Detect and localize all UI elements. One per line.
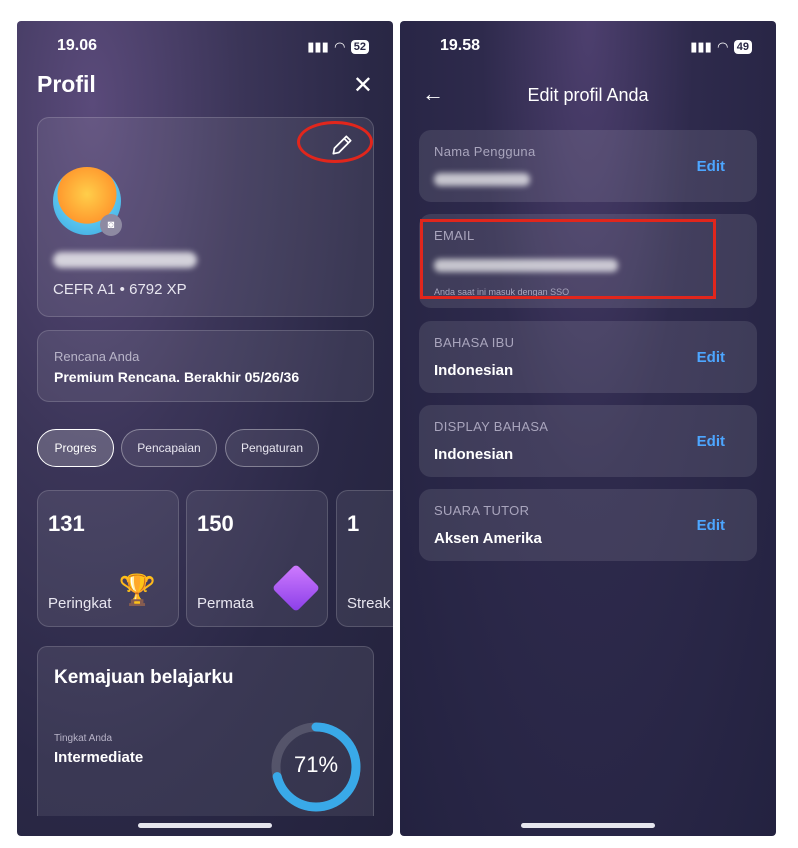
highlight-circle <box>297 121 373 163</box>
row-value: Indonesian <box>434 362 514 379</box>
stat-value: 1 <box>347 511 360 536</box>
row-native-language: BAHASA IBU Indonesian Edit <box>419 321 757 393</box>
stat-label: Streak <box>347 595 391 612</box>
plan-value: Premium Rencana. Berakhir 05/26/36 <box>54 369 300 385</box>
edit-profile-screen: 19.58 ▮▮▮ ◠ 49 ← Edit profil Anda Nama P… <box>400 21 776 836</box>
status-bar: 19.58 ▮▮▮ ◠ 49 <box>400 37 776 59</box>
progress-card: Kemajuan belajarku Tingkat Anda Intermed… <box>37 646 374 816</box>
battery-icon: 49 <box>733 40 752 54</box>
stat-label: Peringkat <box>48 595 112 612</box>
level-xp: CEFR A1 • 6792 XP <box>53 281 187 298</box>
page-title: Profil <box>37 71 96 97</box>
camera-icon[interactable]: ◙ <box>100 214 122 236</box>
row-key: SUARA TUTOR <box>434 503 530 518</box>
page-title: Edit profil Anda <box>527 85 649 105</box>
battery-icon: 52 <box>350 40 369 54</box>
row-tutor-voice: SUARA TUTOR Aksen Amerika Edit <box>419 489 757 561</box>
level-value: Intermediate <box>54 749 144 766</box>
stat-gems[interactable]: 150 Permata <box>186 490 328 627</box>
tab-pengaturan[interactable]: Pengaturan <box>225 429 319 467</box>
home-indicator[interactable] <box>521 823 655 828</box>
signal-icon: ▮▮▮ <box>690 39 712 54</box>
gem-icon <box>271 563 321 613</box>
status-time: 19.58 <box>440 37 481 54</box>
edit-display-language-button[interactable]: Edit <box>697 433 725 450</box>
plan-label: Rencana Anda <box>54 349 140 364</box>
wifi-icon: ◠ <box>334 39 345 54</box>
profile-screen: 19.06 ▮▮▮ ◠ 52 Profil ✕ ◙ CEFR A1 • 6792… <box>17 21 393 836</box>
highlight-box <box>420 219 716 299</box>
level-label: Tingkat Anda <box>54 733 113 744</box>
tab-pencapaian[interactable]: Pencapaian <box>121 429 217 467</box>
row-key: Nama Pengguna <box>434 144 536 159</box>
edit-tutor-voice-button[interactable]: Edit <box>697 517 725 534</box>
edit-username-button[interactable]: Edit <box>697 158 725 175</box>
status-bar: 19.06 ▮▮▮ ◠ 52 <box>17 37 393 59</box>
progress-percent: 71% <box>293 752 339 777</box>
stat-label: Permata <box>197 595 254 612</box>
home-indicator[interactable] <box>138 823 272 828</box>
tab-progres[interactable]: Progres <box>37 429 114 467</box>
stat-rank[interactable]: 131 Peringkat 🏆 <box>37 490 179 627</box>
close-icon[interactable]: ✕ <box>353 71 373 100</box>
blurred-username <box>53 252 197 268</box>
row-value: Aksen Amerika <box>434 530 542 547</box>
row-key: BAHASA IBU <box>434 335 515 350</box>
row-username: Nama Pengguna Edit <box>419 130 757 202</box>
stat-value: 150 <box>197 511 234 536</box>
trophy-icon: 🏆 <box>118 574 156 607</box>
progress-heading: Kemajuan belajarku <box>54 667 234 688</box>
plan-card[interactable]: Rencana Anda Premium Rencana. Berakhir 0… <box>37 330 374 402</box>
row-key: DISPLAY BAHASA <box>434 419 549 434</box>
wifi-icon: ◠ <box>717 39 728 54</box>
stat-value: 131 <box>48 511 85 536</box>
row-display-language: DISPLAY BAHASA Indonesian Edit <box>419 405 757 477</box>
status-icons: ▮▮▮ ◠ 49 <box>690 39 752 55</box>
edit-native-language-button[interactable]: Edit <box>697 349 725 366</box>
row-value: Indonesian <box>434 446 514 463</box>
signal-icon: ▮▮▮ <box>307 39 329 54</box>
blurred-username <box>434 173 530 186</box>
stat-streak[interactable]: 1 Streak <box>336 490 393 627</box>
status-icons: ▮▮▮ ◠ 52 <box>307 39 369 55</box>
status-time: 19.06 <box>57 37 98 54</box>
